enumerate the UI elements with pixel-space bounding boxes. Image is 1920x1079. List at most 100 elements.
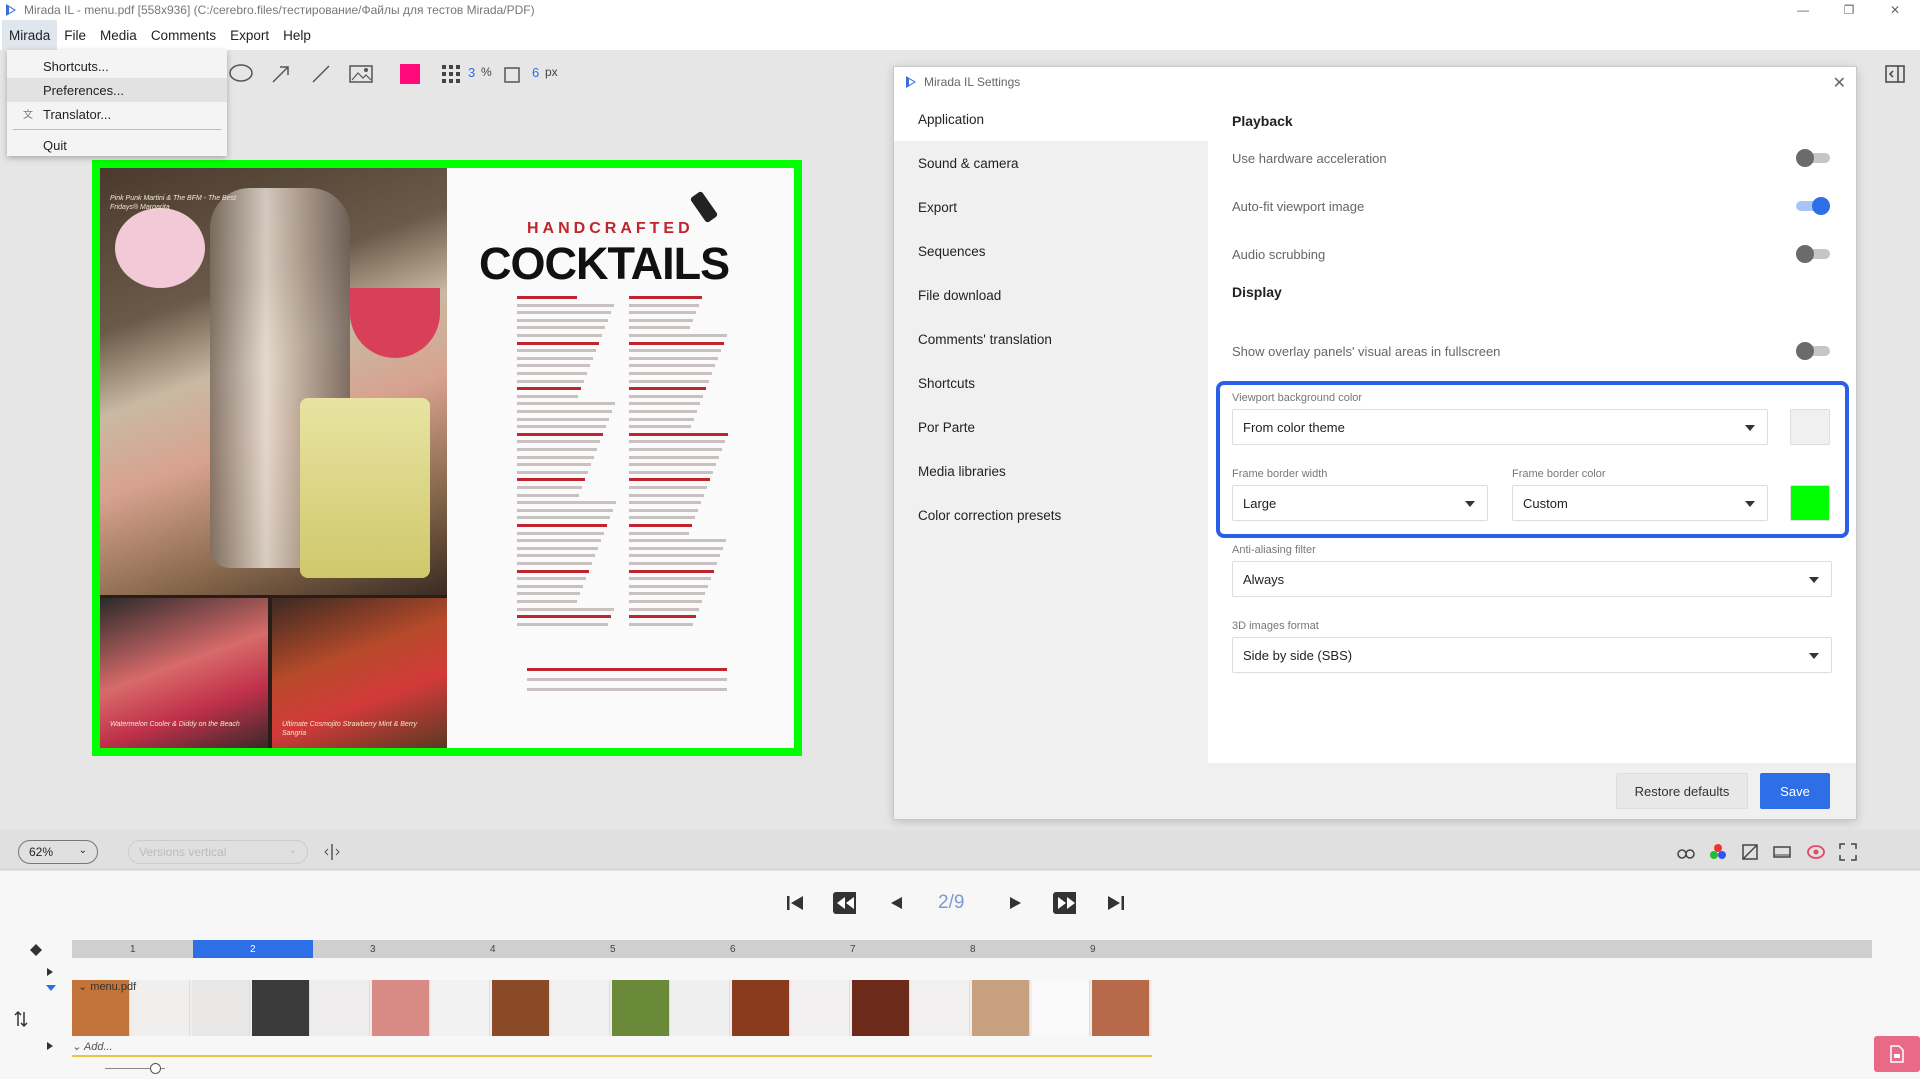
- sidebar-item-application[interactable]: Application: [894, 97, 1208, 141]
- add-track-row[interactable]: ⌄ Add...: [72, 1040, 113, 1053]
- menu-text-line: [629, 448, 722, 451]
- sidebar-item-media-libraries[interactable]: Media libraries: [894, 449, 1208, 493]
- split-view-icon[interactable]: [322, 842, 342, 862]
- frame-border-color-swatch[interactable]: [1790, 485, 1830, 521]
- image-tool-icon[interactable]: [348, 63, 374, 85]
- overlay-panels-toggle[interactable]: [1796, 342, 1830, 360]
- fullscreen-icon[interactable]: [1838, 842, 1858, 862]
- track-thumbnail[interactable]: [852, 980, 910, 1036]
- menu-item-quit[interactable]: Quit: [7, 133, 227, 157]
- safe-frame-icon[interactable]: [1772, 842, 1792, 862]
- close-window-button[interactable]: ✕: [1872, 0, 1918, 20]
- menu-export[interactable]: Export: [223, 20, 276, 50]
- hardware-acceleration-toggle[interactable]: [1796, 149, 1830, 167]
- grid-value[interactable]: 3: [468, 65, 475, 80]
- track-thumbnail[interactable]: [552, 980, 610, 1036]
- expand-arrow-icon[interactable]: [46, 1042, 54, 1050]
- menu-item-shortcuts[interactable]: Shortcuts...: [7, 54, 227, 78]
- pdf-export-button[interactable]: [1874, 1036, 1920, 1072]
- ruler-tick-7[interactable]: 7: [850, 944, 856, 955]
- restore-button[interactable]: ❐: [1826, 0, 1872, 20]
- ruler-tick-4[interactable]: 4: [490, 944, 496, 955]
- track-thumbnail[interactable]: [912, 980, 970, 1036]
- track-thumbnail[interactable]: [492, 980, 550, 1036]
- sidebar-item-comments-translation[interactable]: Comments' translation: [894, 317, 1208, 361]
- keyframe-diamond-icon[interactable]: [30, 944, 42, 956]
- auto-fit-toggle[interactable]: [1796, 197, 1830, 215]
- line-tool-icon[interactable]: [310, 63, 332, 85]
- 3d-format-select[interactable]: Side by side (SBS): [1232, 637, 1832, 673]
- sidebar-item-file-download[interactable]: File download: [894, 273, 1208, 317]
- menu-item-translator[interactable]: 文 Translator...: [7, 102, 227, 126]
- track-thumbnail[interactable]: [972, 980, 1030, 1036]
- menu-mirada[interactable]: Mirada: [2, 20, 58, 50]
- compare-icon[interactable]: [1676, 842, 1696, 862]
- track-thumbnail[interactable]: [792, 980, 850, 1036]
- track-thumbnail[interactable]: [612, 980, 670, 1036]
- menu-text-line: [629, 417, 694, 421]
- track-thumbnail[interactable]: [1092, 980, 1150, 1036]
- menu-file[interactable]: File: [57, 20, 93, 50]
- menu-help[interactable]: Help: [276, 20, 318, 50]
- border-width-value[interactable]: 6: [532, 65, 539, 80]
- sidebar-item-sequences[interactable]: Sequences: [894, 229, 1208, 273]
- slider-knob[interactable]: [150, 1063, 161, 1074]
- panel-toggle-icon[interactable]: [1884, 64, 1906, 84]
- ruler-tick-3[interactable]: 3: [370, 944, 376, 955]
- track-thumbnail[interactable]: [372, 980, 430, 1036]
- track-thumbnail[interactable]: [252, 980, 310, 1036]
- ellipse-tool-icon[interactable]: [228, 63, 254, 83]
- sidebar-item-sound-camera[interactable]: Sound & camera: [894, 141, 1208, 185]
- menu-footer-line: [527, 688, 727, 691]
- viewport-bg-color-swatch[interactable]: [1790, 409, 1830, 445]
- track-thumbnail[interactable]: [672, 980, 730, 1036]
- ruler-tick-1[interactable]: 1: [130, 944, 136, 955]
- arrow-tool-icon[interactable]: [270, 63, 292, 85]
- expand-arrow-icon[interactable]: [46, 968, 54, 976]
- last-frame-icon[interactable]: [1104, 891, 1128, 915]
- sort-arrows-icon[interactable]: [14, 1010, 28, 1028]
- chevron-down-icon: [1745, 501, 1755, 507]
- track-thumbnail[interactable]: [1032, 980, 1090, 1036]
- ruler-tick-9[interactable]: 9: [1090, 944, 1096, 955]
- track-thumbnail[interactable]: [432, 980, 490, 1036]
- viewport-bg-color-select[interactable]: From color theme: [1232, 409, 1768, 445]
- previous-frame-icon[interactable]: [884, 891, 908, 915]
- ruler-tick-2[interactable]: 2: [250, 944, 256, 955]
- restore-defaults-button[interactable]: Restore defaults: [1616, 773, 1748, 809]
- frame-border-color-select[interactable]: Custom: [1512, 485, 1768, 521]
- track-thumbnail[interactable]: [192, 980, 250, 1036]
- ruler-tick-6[interactable]: 6: [730, 944, 736, 955]
- track-thumbnail[interactable]: [732, 980, 790, 1036]
- anti-aliasing-select[interactable]: Always: [1232, 561, 1832, 597]
- grid-icon[interactable]: [440, 63, 462, 85]
- ruler-tick-8[interactable]: 8: [970, 944, 976, 955]
- sidebar-item-por-parte[interactable]: Por Parte: [894, 405, 1208, 449]
- versions-select[interactable]: Versions vertical ⌄: [128, 840, 308, 864]
- sidebar-item-shortcuts[interactable]: Shortcuts: [894, 361, 1208, 405]
- color-correction-icon[interactable]: [1740, 842, 1760, 862]
- fast-forward-icon[interactable]: [1052, 891, 1076, 915]
- menu-comments[interactable]: Comments: [144, 20, 223, 50]
- first-frame-icon[interactable]: [783, 891, 807, 915]
- close-icon[interactable]: ✕: [1833, 73, 1846, 93]
- frame-border-width-select[interactable]: Large: [1232, 485, 1488, 521]
- draw-color-swatch[interactable]: [400, 64, 420, 84]
- sidebar-item-color-correction-presets[interactable]: Color correction presets: [894, 493, 1208, 537]
- track-thumbnail[interactable]: [132, 980, 190, 1036]
- next-frame-icon[interactable]: [1004, 891, 1028, 915]
- sidebar-item-export[interactable]: Export: [894, 185, 1208, 229]
- color-channels-icon[interactable]: [1708, 842, 1728, 862]
- border-width-icon[interactable]: [502, 65, 522, 85]
- rewind-icon[interactable]: [832, 891, 856, 915]
- zoom-select[interactable]: 62% ⌄: [18, 840, 98, 864]
- track-thumbnail[interactable]: [312, 980, 370, 1036]
- collapse-arrow-icon[interactable]: [46, 984, 56, 992]
- menu-item-preferences[interactable]: Preferences...: [7, 78, 227, 102]
- menu-media[interactable]: Media: [93, 20, 144, 50]
- save-button[interactable]: Save: [1760, 773, 1830, 809]
- visibility-eye-icon[interactable]: [1806, 842, 1826, 862]
- audio-scrubbing-toggle[interactable]: [1796, 245, 1830, 263]
- ruler-tick-5[interactable]: 5: [610, 944, 616, 955]
- minimize-button[interactable]: —: [1780, 0, 1826, 20]
